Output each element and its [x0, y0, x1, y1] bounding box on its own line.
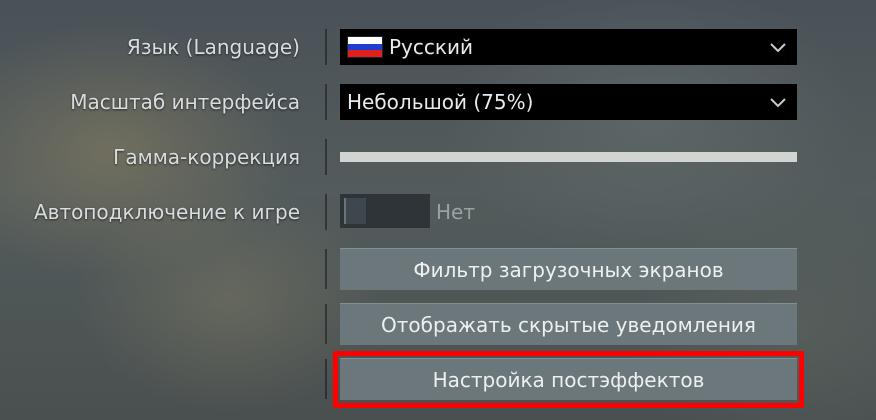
russia-flag-icon	[347, 36, 383, 58]
auto-connect-label: Автоподключение к игре	[34, 200, 300, 224]
auto-connect-toggle[interactable]	[340, 194, 430, 228]
auto-connect-row: Автоподключение к игре Нет	[0, 192, 876, 232]
divider	[325, 29, 327, 65]
highlight-frame	[333, 351, 804, 408]
show-hidden-notifications-button[interactable]: Отображать скрытые уведомления	[340, 303, 797, 345]
language-select[interactable]: Русский	[340, 29, 797, 65]
ui-scale-select[interactable]: Небольшой (75%)	[340, 84, 797, 120]
divider	[325, 249, 327, 289]
toggle-knob[interactable]	[344, 198, 366, 224]
divider	[325, 84, 327, 120]
divider	[325, 194, 327, 230]
gamma-row: Гамма-коррекция	[0, 137, 876, 177]
auto-connect-state: Нет	[436, 200, 475, 224]
language-label: Язык (Language)	[126, 35, 300, 59]
language-value: Русский	[389, 35, 473, 59]
language-row: Язык (Language) Русский	[0, 27, 876, 67]
ui-scale-row: Масштаб интерфейса Небольшой (75%)	[0, 82, 876, 122]
gamma-slider[interactable]	[340, 152, 797, 162]
divider	[325, 139, 327, 175]
loading-screen-filter-button[interactable]: Фильтр загрузочных экранов	[340, 248, 797, 290]
chevron-down-icon	[770, 43, 786, 53]
divider	[325, 304, 327, 344]
chevron-down-icon	[770, 98, 786, 108]
gamma-label: Гамма-коррекция	[113, 145, 300, 169]
divider	[325, 359, 327, 399]
ui-scale-label: Масштаб интерфейса	[70, 90, 300, 114]
ui-scale-value: Небольшой (75%)	[347, 90, 534, 114]
